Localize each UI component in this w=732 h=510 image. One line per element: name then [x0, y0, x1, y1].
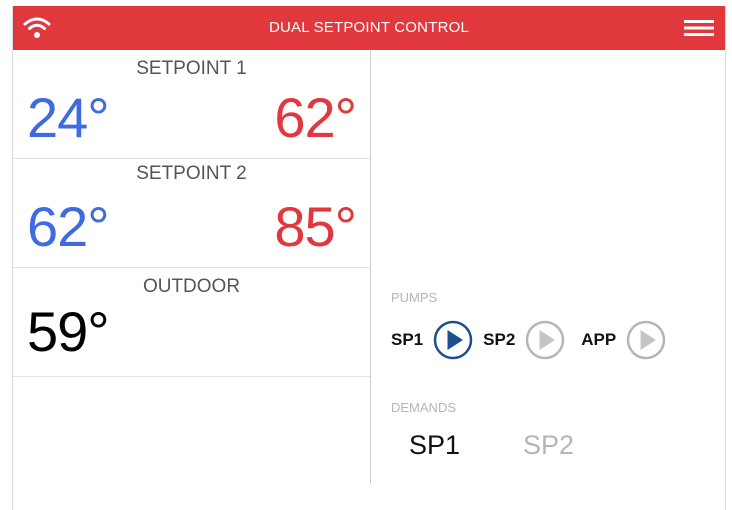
top-bar: DUAL SETPOINT CONTROL: [13, 6, 725, 50]
setpoint-2-section: SETPOINT 2 62° 85°: [13, 159, 370, 268]
page-title: DUAL SETPOINT CONTROL: [268, 19, 470, 36]
outdoor-label: OUTDOOR: [142, 276, 241, 297]
setpoint-2-low-temp[interactable]: 62°: [27, 199, 110, 255]
status-panel: PUMPS SP1 SP2 APP DEMANDS SP1 SP2: [371, 50, 725, 510]
setpoint-2-label: SETPOINT 2: [136, 163, 247, 184]
pumps-row: SP1 SP2 APP: [391, 320, 676, 360]
setpoint-1-label: SETPOINT 1: [136, 58, 247, 79]
outdoor-temp: 59°: [27, 300, 110, 363]
setpoint-2-high-temp[interactable]: 85°: [274, 199, 357, 255]
pump-sp2-play-icon[interactable]: [525, 320, 565, 360]
app-frame: DUAL SETPOINT CONTROL SETPOINT 1 24° 62°…: [12, 6, 726, 510]
hamburger-menu-icon[interactable]: [683, 15, 715, 41]
pump-sp1-play-icon[interactable]: [433, 320, 473, 360]
demand-sp2: SP2: [523, 430, 575, 460]
temperature-panel: SETPOINT 1 24° 62° SETPOINT 2 62° 85° OU…: [13, 50, 371, 484]
setpoint-1-low-temp[interactable]: 24°: [27, 90, 110, 146]
setpoint-1-high-temp[interactable]: 62°: [274, 90, 357, 146]
demand-sp1: SP1: [409, 430, 461, 460]
pump-sp1-label: SP1: [391, 330, 424, 349]
pumps-label: PUMPS: [391, 290, 438, 305]
setpoint-1-section: SETPOINT 1 24° 62°: [13, 50, 370, 159]
pump-app-label: APP: [581, 330, 617, 349]
pump-sp2-label: SP2: [483, 330, 516, 349]
pump-app-play-icon[interactable]: [626, 320, 666, 360]
demands-label: DEMANDS: [391, 400, 457, 415]
outdoor-section: OUTDOOR 59°: [13, 268, 370, 377]
